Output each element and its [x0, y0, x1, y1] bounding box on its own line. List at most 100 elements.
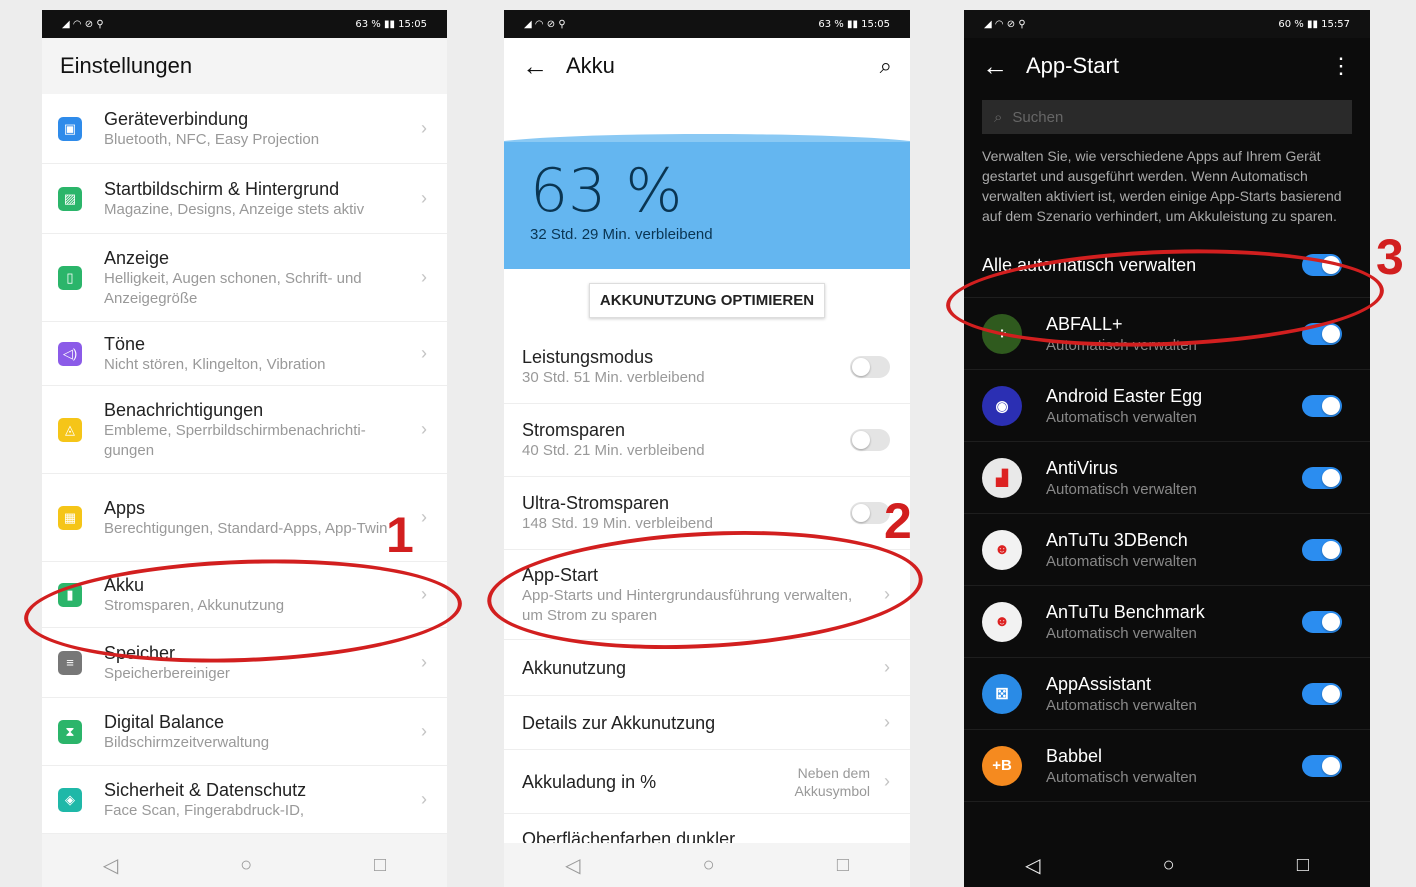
item-title: Akkuladung in % — [522, 771, 657, 792]
app-row[interactable]: ◉ Android Easter Egg Automatisch verwalten — [964, 370, 1370, 442]
settings-item[interactable]: ◁) Töne Nicht stören, Klingelton, Vibratio… — [42, 322, 447, 386]
app-texts: AppAssistant Automatisch verwalten — [1046, 672, 1302, 716]
nav-back-icon[interactable]: ◁ — [1025, 853, 1040, 878]
power-mode-toggle[interactable] — [850, 356, 890, 378]
app-toggle[interactable] — [1302, 466, 1342, 489]
power-mode-item[interactable]: Leistungsmodus 30 Std. 51 Min. verbleiben… — [504, 331, 910, 404]
status-bar: ◢ ◠ ⊘ ⚲ 63 % ▮▮ 15:05 — [42, 10, 447, 38]
app-toggle[interactable] — [1302, 394, 1342, 417]
settings-item-title: Benachrichtigungen — [104, 399, 264, 420]
nav-recent-icon[interactable]: □ — [1297, 854, 1309, 877]
settings-item-texts: Digital Balance Bildschirmzeitverwaltung — [104, 711, 413, 753]
power-mode-subtitle: 30 Std. 51 Min. verbleibend — [522, 369, 705, 386]
battery-header: ← Akku ⌕ — [504, 38, 910, 94]
app-toggle[interactable] — [1302, 682, 1342, 705]
status-battery-time: 63 % ▮▮ 15:05 — [818, 18, 890, 30]
power-mode-title: Ultra-Stromsparen — [522, 493, 670, 513]
settings-item[interactable]: ⧗ Digital Balance Bildschirmzeitverwaltung… — [42, 698, 447, 766]
item-value: Neben dem Akkusymbol — [794, 764, 870, 799]
chevron-right-icon: › — [421, 507, 427, 527]
settings-item-subtitle: Helligkeit, Augen schonen, Schrift- und … — [104, 269, 362, 307]
battery-remaining: 32 Std. 29 Min. verbleibend — [530, 226, 713, 243]
settings-item-title: Startbildschirm & Hintergrund — [104, 178, 340, 199]
app-start-header: ← App-Start ⋮ — [964, 38, 1370, 94]
app-icon: ▟ — [982, 457, 1022, 498]
settings-item-subtitle: Berechtigungen, Standard-Apps, App-Twin — [104, 519, 388, 537]
back-arrow-icon[interactable]: ← — [522, 53, 548, 79]
app-texts: AntiVirus Automatisch verwalten — [1046, 456, 1302, 500]
app-row[interactable]: ☻ AnTuTu 3DBench Automatisch verwalten — [964, 514, 1370, 586]
page-title: Einstellungen — [60, 53, 193, 78]
app-row[interactable]: ⚄ AppAssistant Automatisch verwalten — [964, 658, 1370, 730]
power-mode-title: Leistungsmodus — [522, 347, 654, 367]
chevron-right-icon: › — [421, 789, 427, 809]
settings-item-title: Geräteverbindung — [104, 108, 249, 129]
app-toggle[interactable] — [1302, 754, 1342, 777]
nav-recent-icon[interactable]: □ — [374, 854, 386, 877]
power-mode-subtitle: 40 Std. 21 Min. verbleibend — [522, 442, 705, 459]
app-status: Automatisch verwalten — [1046, 624, 1197, 642]
power-mode-toggle[interactable] — [850, 429, 890, 451]
nav-back-icon[interactable]: ◁ — [565, 853, 580, 878]
status-icons: ◢ ◠ ⊘ ⚲ — [62, 18, 104, 30]
status-bar: ◢ ◠ ⊘ ⚲ 63 % ▮▮ 15:05 — [504, 10, 910, 38]
app-start-description: Verwalten Sie, wie verschiedene Apps auf… — [982, 148, 1342, 224]
app-start-phone: ◢ ◠ ⊘ ⚲ 60 % ▮▮ 15:57 ← App-Start ⋮ ⌕ Su… — [964, 10, 1370, 887]
chevron-right-icon: › — [884, 712, 890, 732]
item-texts: Details zur Akkunutzung — [522, 712, 876, 734]
app-name: AnTuTu 3DBench — [1046, 529, 1188, 550]
chevron-right-icon: › — [421, 267, 427, 287]
settings-item-subtitle: Bildschirmzeitverwaltung — [104, 733, 270, 751]
apps-icon: ▦ — [58, 505, 82, 530]
settings-item[interactable]: ▣ Geräteverbindung Bluetooth, NFC, Easy Pr… — [42, 94, 447, 164]
navigation-bar: ◁ ○ □ — [504, 843, 910, 887]
search-input[interactable]: ⌕ Suchen — [982, 100, 1352, 134]
optimize-row: AKKUNUTZUNG OPTIMIEREN — [504, 269, 910, 331]
usage-details-item[interactable]: Details zur Akkunutzung › — [504, 696, 910, 750]
charge-percent-item[interactable]: Akkuladung in % Neben dem Akkusymbol › — [504, 750, 910, 814]
navigation-bar: ◁ ○ □ — [42, 843, 447, 887]
app-status: Automatisch verwalten — [1046, 480, 1197, 498]
more-options-icon[interactable]: ⋮ — [1330, 53, 1352, 79]
status-icons: ◢ ◠ ⊘ ⚲ — [984, 18, 1026, 30]
step-number-3: 3 — [1376, 229, 1404, 285]
app-name: AntiVirus — [1046, 457, 1118, 478]
storage-icon: ≡ — [58, 650, 82, 675]
search-icon[interactable]: ⌕ — [880, 53, 892, 79]
optimize-button[interactable]: AKKUNUTZUNG OPTIMIEREN — [588, 282, 826, 318]
settings-item-title: Anzeige — [104, 247, 170, 268]
step-number-1: 1 — [386, 507, 414, 563]
settings-item-title: Digital Balance — [104, 711, 225, 732]
power-mode-subtitle: 148 Std. 19 Min. verbleibend — [522, 515, 713, 532]
app-toggle[interactable] — [1302, 538, 1342, 561]
status-bar: ◢ ◠ ⊘ ⚲ 60 % ▮▮ 15:57 — [964, 10, 1370, 38]
nav-home-icon[interactable]: ○ — [1163, 854, 1175, 877]
battery-usage-item[interactable]: Akkunutzung › — [504, 640, 910, 696]
settings-item-title: Töne — [104, 333, 146, 354]
nav-back-icon[interactable]: ◁ — [103, 853, 118, 878]
nav-home-icon[interactable]: ○ — [703, 854, 715, 877]
app-toggle[interactable] — [1302, 610, 1342, 633]
settings-item[interactable]: ◈ Sicherheit & Datenschutz Face Scan, Fing… — [42, 766, 447, 834]
app-row[interactable]: ☻ AnTuTu Benchmark Automatisch verwalten — [964, 586, 1370, 658]
settings-item[interactable]: ▨ Startbildschirm & Hintergrund Magazine, … — [42, 164, 447, 234]
settings-item[interactable]: ◬ Benachrichtigungen Embleme, Sperrbildsch… — [42, 386, 447, 474]
settings-item-texts: Anzeige Helligkeit, Augen schonen, Schrif… — [104, 247, 413, 309]
security-icon: ◈ — [58, 787, 82, 812]
settings-phone: ◢ ◠ ⊘ ⚲ 63 % ▮▮ 15:05 Einstellungen ▣ Ger… — [42, 10, 447, 887]
settings-item-title: Apps — [104, 497, 146, 518]
app-row[interactable]: ▟ AntiVirus Automatisch verwalten — [964, 442, 1370, 514]
power-mode-item[interactable]: Stromsparen 40 Std. 21 Min. verbleibend — [504, 404, 910, 477]
app-status: Automatisch verwalten — [1046, 552, 1197, 570]
nav-home-icon[interactable]: ○ — [240, 854, 252, 877]
back-arrow-icon[interactable]: ← — [982, 53, 1008, 79]
chevron-right-icon: › — [421, 721, 427, 741]
app-row[interactable]: +B Babbel Automatisch verwalten — [964, 730, 1370, 802]
page-title: App-Start — [1026, 53, 1119, 78]
app-icon: ⚄ — [982, 673, 1022, 714]
navigation-bar: ◁ ○ □ — [964, 843, 1370, 887]
chevron-right-icon: › — [421, 188, 427, 208]
settings-item[interactable]: ▯ Anzeige Helligkeit, Augen schonen, Schri… — [42, 234, 447, 322]
battery-percent: 63 % — [530, 156, 683, 226]
nav-recent-icon[interactable]: □ — [837, 854, 849, 877]
